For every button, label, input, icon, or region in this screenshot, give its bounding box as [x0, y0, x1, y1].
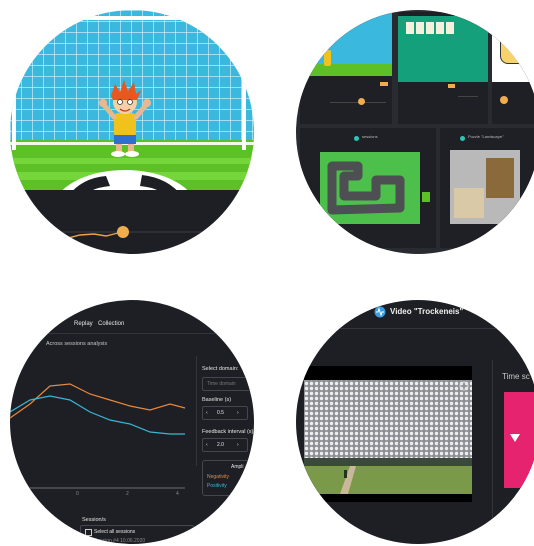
select-domain-label: Select domain:	[202, 366, 239, 372]
feedback-color-bar	[504, 392, 534, 488]
amplitude-legend-box: Ampli Negativity Positivity	[202, 460, 254, 496]
feedback-stepper[interactable]: ‹ 2.0 ›	[202, 438, 248, 452]
penalty-game-preview	[10, 10, 254, 254]
video-player[interactable]	[304, 366, 472, 502]
sessions-label: Session/s	[82, 517, 106, 523]
x-tick: 0	[76, 491, 79, 497]
select-all-sessions[interactable]: Select all sessions	[94, 529, 135, 535]
video-title: Video "Trockeneis"	[390, 307, 464, 316]
stepper-arrow-icon: ‹	[206, 410, 208, 416]
amplitude-label: Ampli	[231, 464, 244, 470]
stepper-arrow-icon: ‹	[206, 442, 208, 448]
analysis-panel-preview: Replay Collection Across sessions analys…	[10, 300, 254, 544]
analysis-heading: Across sessions analysis	[46, 341, 108, 347]
legend-positivity: Positivity	[207, 483, 227, 489]
mini-character-screen[interactable]	[492, 12, 534, 124]
app-logo-icon	[374, 306, 386, 318]
game-overview-grid: sessions Puzzle "Landscape"	[296, 10, 534, 254]
racing-track	[320, 152, 420, 224]
mini-puzzle-screen[interactable]: Puzzle "Landscape"	[440, 128, 534, 248]
feedback-panel	[10, 190, 254, 254]
select-domain-input[interactable]: Time domain	[202, 377, 254, 391]
stepper-arrow-icon: ›	[237, 410, 239, 416]
x-tick: 4	[176, 491, 179, 497]
caret-down-icon	[510, 434, 520, 442]
mini-penalty-screen[interactable]	[300, 12, 392, 124]
penalty-game-scene	[10, 10, 254, 254]
positivity-series-line	[10, 395, 185, 435]
tab-replay[interactable]: Replay	[74, 321, 93, 327]
negativity-series-line	[10, 383, 186, 419]
baseline-stepper[interactable]: ‹ 0.5 ›	[202, 406, 248, 420]
mini-card-game-screen[interactable]	[398, 12, 488, 124]
goal-post-left	[12, 18, 16, 150]
sessions-list[interactable]: Select all sessions Session #4 10.06.202…	[80, 525, 194, 544]
feedback-label: Feedback interval (s)	[202, 429, 254, 435]
mini-title-sessions: sessions	[362, 134, 378, 139]
amplitude-line-chart	[10, 383, 186, 489]
x-tick: 2	[126, 491, 129, 497]
session-item[interactable]: Session #4 10.06.2020	[94, 538, 145, 544]
stepper-arrow-icon: ›	[237, 442, 239, 448]
mini-racing-screen[interactable]: sessions	[300, 128, 436, 248]
active-tab-indicator	[40, 316, 66, 318]
checkbox-icon[interactable]	[85, 529, 92, 536]
video-feedback-preview: Video "Trockeneis" Time sc	[296, 300, 534, 544]
goal-post-right	[242, 18, 246, 150]
mini-title-puzzle: Puzzle "Landscape"	[468, 134, 504, 139]
baseline-label: Baseline (s)	[202, 397, 232, 403]
video-frame	[304, 380, 472, 494]
time-scale-label: Time sc	[502, 372, 530, 381]
legend-negativity: Negativity	[207, 474, 229, 480]
feedback-marker	[117, 226, 129, 238]
tab-collection[interactable]: Collection	[98, 321, 124, 327]
goal-crossbar	[12, 16, 246, 20]
